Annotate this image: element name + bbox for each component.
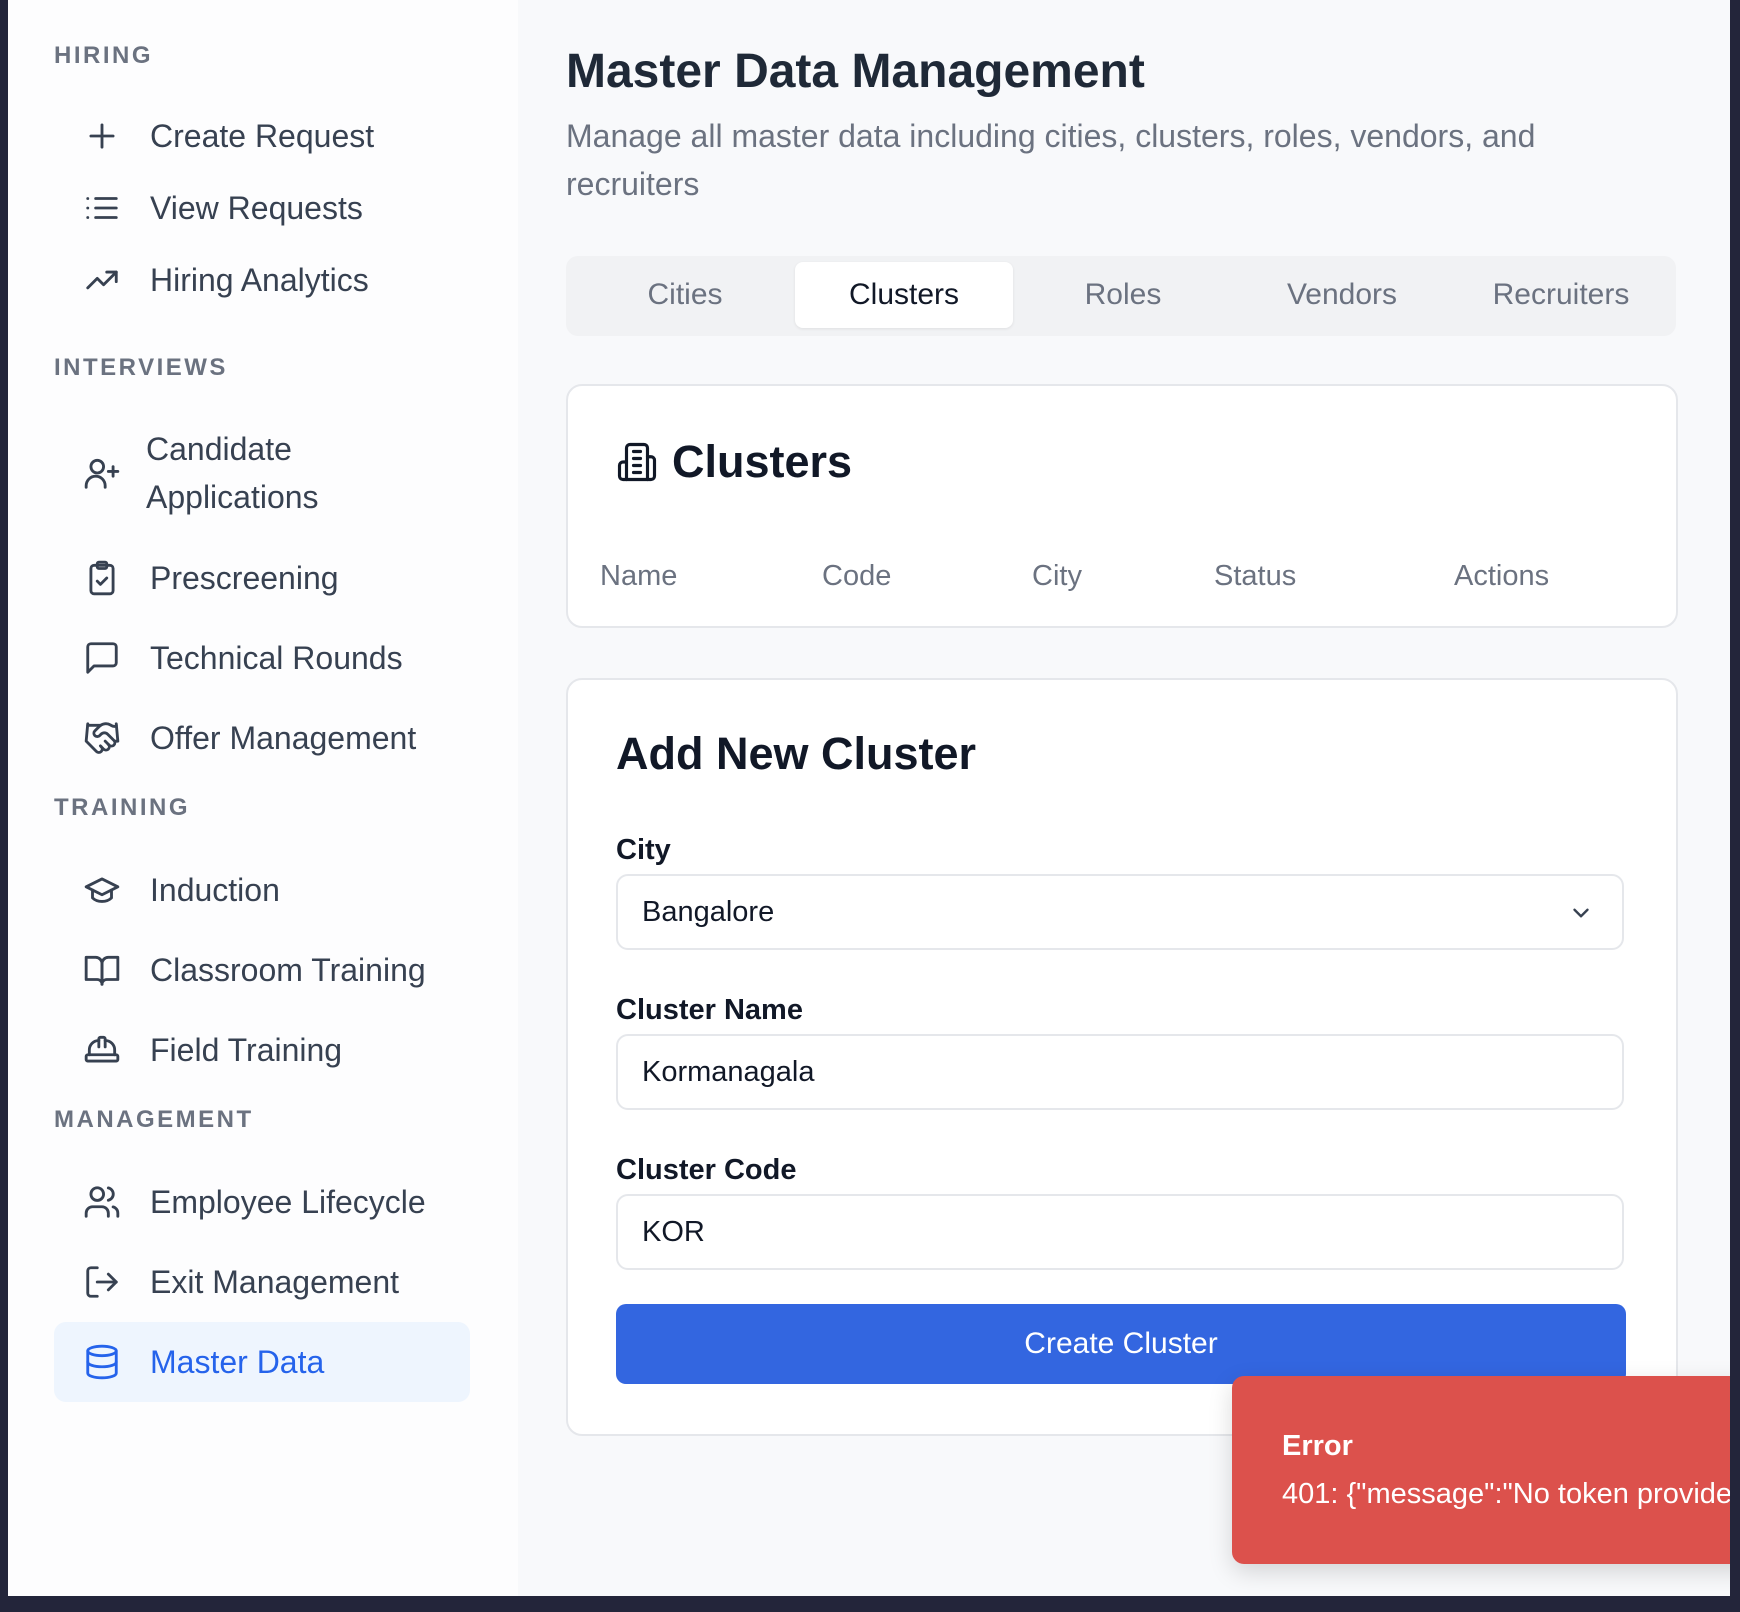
sidebar-item-label: Create Request xyxy=(150,117,375,154)
user-plus-icon xyxy=(82,453,122,493)
section-label-hiring: HIRING xyxy=(54,42,153,69)
graduation-cap-icon xyxy=(82,870,122,910)
database-icon xyxy=(82,1342,122,1382)
tab-bar: Cities Clusters Roles Vendors Recruiters xyxy=(566,256,1676,336)
sidebar-item-label: Field Training xyxy=(150,1031,343,1068)
page-title: Master Data Management xyxy=(566,45,1145,98)
sidebar-item-field-training[interactable]: Field Training xyxy=(54,1010,470,1090)
section-label-training: TRAINING xyxy=(54,794,190,821)
sidebar-item-induction[interactable]: Induction xyxy=(54,850,470,930)
list-icon xyxy=(82,188,122,228)
sidebar-item-label: Master Data xyxy=(150,1343,325,1380)
city-select-value: Bangalore xyxy=(642,895,775,928)
add-cluster-title: Add New Cluster xyxy=(616,728,977,779)
sidebar-item-label: Employee Lifecycle xyxy=(150,1183,426,1220)
message-square-icon xyxy=(82,638,122,678)
toast-title: Error xyxy=(1282,1430,1353,1462)
toast-message: 401: {"message":"No token provided"} xyxy=(1282,1478,1730,1510)
sidebar-item-prescreening[interactable]: Prescreening xyxy=(54,538,470,618)
section-label-interviews: INTERVIEWS xyxy=(54,354,228,381)
handshake-icon xyxy=(82,718,122,758)
column-header-city: City xyxy=(1032,560,1082,592)
sidebar-item-label: Classroom Training xyxy=(150,951,426,988)
sidebar: HIRING Create Request View Requests Hiri… xyxy=(8,0,518,1596)
app-window: HIRING Create Request View Requests Hiri… xyxy=(8,0,1730,1596)
building-icon xyxy=(617,442,657,482)
sidebar-item-master-data[interactable]: Master Data xyxy=(54,1322,470,1402)
create-cluster-button[interactable]: Create Cluster xyxy=(616,1304,1626,1384)
label-line-2: Applications xyxy=(146,479,319,515)
sidebar-item-label: Exit Management xyxy=(150,1263,400,1300)
clusters-table-title: Clusters xyxy=(616,436,852,488)
tab-cities[interactable]: Cities xyxy=(576,262,794,328)
label-line-1: Candidate xyxy=(146,431,292,467)
trending-up-icon xyxy=(82,260,122,300)
section-label-management: MANAGEMENT xyxy=(54,1106,254,1133)
book-open-icon xyxy=(82,950,122,990)
sidebar-item-label: Prescreening xyxy=(150,559,339,596)
sidebar-item-label: Offer Management xyxy=(150,719,417,756)
clusters-table-title-text: Clusters xyxy=(672,436,853,487)
cluster-name-input[interactable]: Kormanagala xyxy=(616,1034,1624,1110)
clipboard-check-icon xyxy=(82,558,122,598)
sidebar-item-technical-rounds[interactable]: Technical Rounds xyxy=(54,618,470,698)
column-header-status: Status xyxy=(1214,560,1297,592)
tab-recruiters[interactable]: Recruiters xyxy=(1452,262,1670,328)
column-header-code: Code xyxy=(822,560,892,592)
sidebar-item-view-requests[interactable]: View Requests xyxy=(54,168,470,248)
city-label: City xyxy=(616,834,671,866)
sidebar-item-employee-lifecycle[interactable]: Employee Lifecycle xyxy=(54,1162,470,1242)
sidebar-item-offer-management[interactable]: Offer Management xyxy=(54,698,470,778)
sidebar-item-label: Technical Rounds xyxy=(150,639,403,676)
page-subtitle: Manage all master data including cities,… xyxy=(566,118,1536,202)
hard-hat-icon xyxy=(82,1030,122,1070)
tab-roles[interactable]: Roles xyxy=(1014,262,1232,328)
chevron-down-icon xyxy=(1573,908,1589,918)
error-toast: Error 401: {"message":"No token provided… xyxy=(1232,1376,1730,1564)
column-header-name: Name xyxy=(600,560,678,592)
add-cluster-card: Add New Cluster City Bangalore Cluster N… xyxy=(566,678,1678,1436)
cluster-code-label: Cluster Code xyxy=(616,1154,797,1186)
city-select[interactable]: Bangalore xyxy=(616,874,1624,950)
log-out-icon xyxy=(82,1262,122,1302)
main-content: Master Data Management Manage all master… xyxy=(518,0,1730,1596)
sidebar-item-exit-management[interactable]: Exit Management xyxy=(54,1242,470,1322)
sidebar-item-candidate-applications[interactable]: Candidate Applications xyxy=(54,418,470,528)
cluster-code-value: KOR xyxy=(642,1215,705,1248)
plus-icon xyxy=(82,116,122,156)
sidebar-item-label: View Requests xyxy=(150,189,363,226)
cluster-name-label: Cluster Name xyxy=(616,994,803,1026)
tab-vendors[interactable]: Vendors xyxy=(1233,262,1451,328)
sidebar-item-create-request[interactable]: Create Request xyxy=(54,96,470,176)
sidebar-item-label: Hiring Analytics xyxy=(150,261,369,298)
sidebar-item-label: Induction xyxy=(150,871,280,908)
column-header-actions: Actions xyxy=(1454,560,1550,592)
sidebar-item-label: Candidate Applications xyxy=(146,425,319,521)
cluster-name-value: Kormanagala xyxy=(642,1055,815,1088)
tab-clusters[interactable]: Clusters xyxy=(795,262,1013,328)
clusters-table-card: Clusters Name Code City Status Actions xyxy=(566,384,1678,628)
users-icon xyxy=(82,1182,122,1222)
sidebar-item-hiring-analytics[interactable]: Hiring Analytics xyxy=(54,240,470,320)
sidebar-item-classroom-training[interactable]: Classroom Training xyxy=(54,930,470,1010)
cluster-code-input[interactable]: KOR xyxy=(616,1194,1624,1270)
